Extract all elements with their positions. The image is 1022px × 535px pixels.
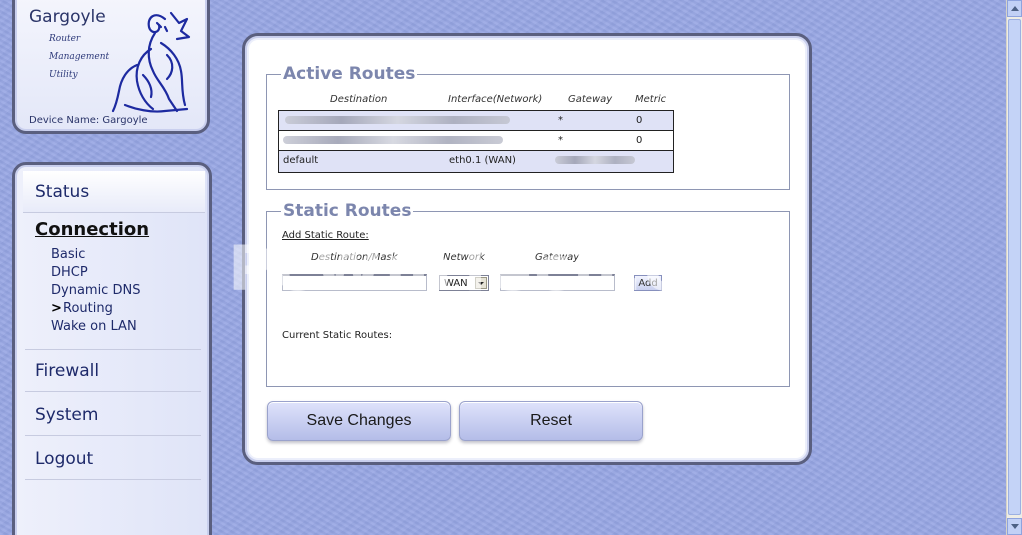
sidebar-subitem-dhcp[interactable]: DHCP bbox=[51, 265, 88, 280]
sidebar-item-system[interactable]: System bbox=[35, 405, 98, 425]
subtitle-router: Router bbox=[49, 34, 81, 44]
route-metric: 0 bbox=[636, 115, 643, 126]
static-routes-section: Static Routes bbox=[266, 201, 790, 387]
redacted-gateway bbox=[555, 156, 635, 164]
nav-divider bbox=[25, 479, 201, 480]
active-routes-table: * 0 * 0 default eth0.1 (WAN) bbox=[278, 110, 674, 173]
col-header-destination-mask: Destination/Mask bbox=[311, 252, 398, 263]
add-static-route-label: Add Static Route: bbox=[282, 230, 369, 241]
sidebar-subitem-basic[interactable]: Basic bbox=[51, 247, 85, 262]
selected-arrow-icon: > bbox=[51, 301, 62, 316]
sidebar-nav: Status Connection Basic DHCP Dynamic DNS… bbox=[12, 162, 212, 535]
nav-divider bbox=[25, 391, 201, 392]
content-panel: Active Routes Destination Interface(Netw… bbox=[242, 33, 812, 465]
route-gateway: * bbox=[558, 115, 563, 126]
gargoyle-logo-icon bbox=[111, 11, 191, 113]
route-destination: default bbox=[283, 155, 319, 166]
device-name-label: Device Name: Gargoyle bbox=[29, 115, 148, 126]
current-static-routes-label: Current Static Routes: bbox=[282, 330, 393, 341]
destination-mask-input[interactable] bbox=[282, 274, 427, 291]
nav-divider bbox=[25, 349, 201, 350]
sidebar-item-logout[interactable]: Logout bbox=[35, 449, 93, 469]
network-select-value: WAN bbox=[444, 277, 468, 289]
redacted-destination bbox=[285, 116, 510, 124]
save-changes-button[interactable]: Save Changes bbox=[267, 401, 451, 441]
route-metric: 0 bbox=[636, 135, 643, 146]
add-route-button[interactable]: Add bbox=[634, 275, 662, 291]
route-gateway: * bbox=[558, 135, 563, 146]
sidebar-subitem-wake-on-lan[interactable]: Wake on LAN bbox=[51, 319, 137, 334]
arrow-up-icon bbox=[1010, 6, 1019, 11]
col-header-destination: Destination bbox=[330, 94, 388, 105]
reset-button[interactable]: Reset bbox=[459, 401, 643, 441]
table-row: * 0 bbox=[279, 111, 673, 131]
col-header-metric: Metric bbox=[635, 94, 667, 105]
scroll-up-button[interactable] bbox=[1007, 0, 1022, 17]
redacted-destination bbox=[283, 136, 503, 144]
sidebar-item-firewall[interactable]: Firewall bbox=[35, 361, 99, 381]
sidebar-subitem-dynamic-dns[interactable]: Dynamic DNS bbox=[51, 283, 140, 298]
arrow-down-icon bbox=[1010, 524, 1019, 529]
gateway-input[interactable] bbox=[500, 274, 615, 291]
col-header-interface: Interface(Network) bbox=[448, 94, 543, 105]
col-header-gateway: Gateway bbox=[535, 252, 580, 263]
col-header-network: Network bbox=[443, 252, 485, 263]
chevron-down-icon[interactable] bbox=[475, 277, 487, 289]
header-panel: Gargoyle Router Management Utility Devic… bbox=[12, 0, 210, 134]
scrollbar-thumb[interactable] bbox=[1008, 19, 1021, 515]
col-header-gateway: Gateway bbox=[568, 94, 613, 105]
nav-divider bbox=[25, 435, 201, 436]
sidebar-item-connection[interactable]: Connection bbox=[35, 219, 149, 240]
route-interface: eth0.1 (WAN) bbox=[449, 155, 516, 166]
sidebar-item-status[interactable]: Status bbox=[23, 171, 205, 213]
sidebar-subitem-routing[interactable]: Routing bbox=[63, 301, 113, 316]
vertical-scrollbar[interactable] bbox=[1006, 0, 1022, 535]
scroll-down-button[interactable] bbox=[1007, 518, 1022, 535]
subtitle-utility: Utility bbox=[49, 70, 78, 80]
static-routes-legend: Static Routes bbox=[283, 201, 412, 221]
table-row: default eth0.1 (WAN) bbox=[279, 151, 673, 172]
active-routes-legend: Active Routes bbox=[283, 64, 416, 84]
table-row: * 0 bbox=[279, 131, 673, 151]
network-select[interactable]: WAN bbox=[439, 275, 489, 291]
